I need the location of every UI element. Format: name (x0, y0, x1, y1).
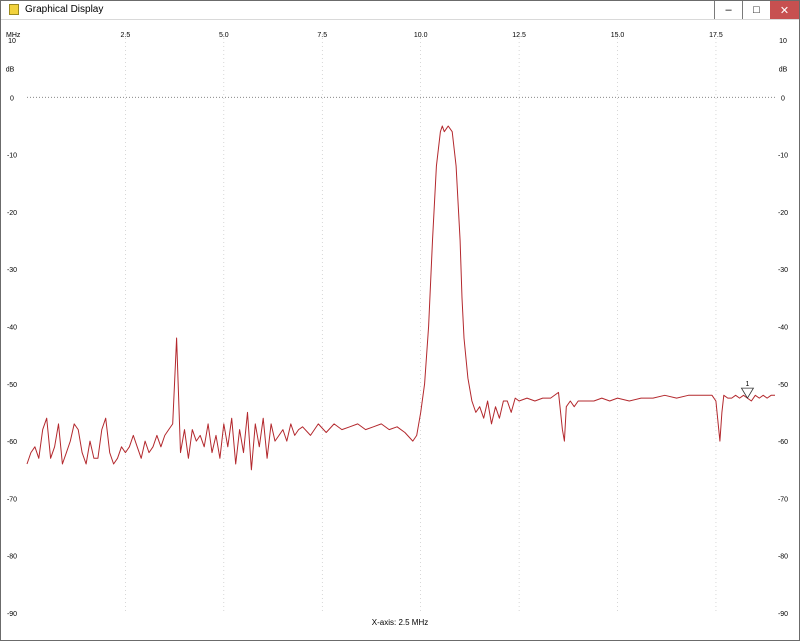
y-tick-label-left: -80 (7, 554, 17, 561)
x-tick-label: 15.0 (611, 32, 625, 39)
minimize-button[interactable]: – (714, 1, 742, 19)
x-tick-label: 5.0 (219, 32, 229, 39)
y-tick-label-right: -80 (778, 554, 788, 561)
x-tick-label: 7.5 (317, 32, 327, 39)
y-unit-label-left: dB (6, 67, 15, 74)
y-tick-label-left: 0 (10, 95, 14, 102)
spectrum-trace (26, 125, 775, 471)
y-tick-label-right: 10 (779, 38, 787, 45)
title-bar[interactable]: Graphical Display – □ ✕ (1, 1, 799, 20)
marker-triangle (740, 387, 755, 399)
spectrum-plot: 2.5 5.0 7.5 10.0 12.5 15.0 17.5MHzdB dB10 100 0-1… (6, 32, 788, 618)
y-tick-label-left: -40 (7, 325, 17, 332)
close-icon: ✕ (779, 4, 790, 17)
x-tick-label: 2.5 (121, 32, 131, 39)
y-tick-label-left: -20 (7, 210, 17, 217)
marker-label: 1 (745, 381, 749, 388)
x-tick-label: 12.5 (512, 32, 526, 39)
maximize-icon: □ (753, 4, 760, 16)
y-tick-label-left: -70 (7, 496, 17, 503)
window-title: Graphical Display (25, 4, 104, 15)
y-tick-label-right: -30 (778, 267, 788, 274)
y-tick-label-right: -10 (778, 153, 788, 160)
minimize-icon: – (725, 4, 732, 16)
y-tick-label-right: -70 (778, 496, 788, 503)
notepad-icon (9, 4, 19, 15)
y-tick-label-right: -50 (778, 382, 788, 389)
y-tick-label-left: -90 (7, 611, 17, 618)
y-tick-label-right: -90 (778, 611, 788, 618)
y-tick-label-right: -60 (778, 439, 788, 446)
y-tick-label-left: -10 (7, 153, 17, 160)
y-tick-label-right: -20 (778, 210, 788, 217)
y-tick-label-left: -30 (7, 267, 17, 274)
y-tick-label-left: -60 (7, 439, 17, 446)
x-axis-caption: X-axis: 2.5 MHz (371, 618, 429, 627)
close-button[interactable]: ✕ (770, 1, 799, 19)
y-tick-label-left: -50 (7, 382, 17, 389)
maximize-button[interactable]: □ (742, 1, 770, 19)
x-tick-label: 17.5 (709, 32, 723, 39)
y-tick-label-right: -40 (778, 325, 788, 332)
y-tick-label-left: 10 (8, 38, 16, 45)
y-unit-label-right: dB (779, 67, 788, 74)
x-tick-label: 10.0 (414, 32, 428, 39)
y-tick-label-right: 0 (781, 95, 785, 102)
